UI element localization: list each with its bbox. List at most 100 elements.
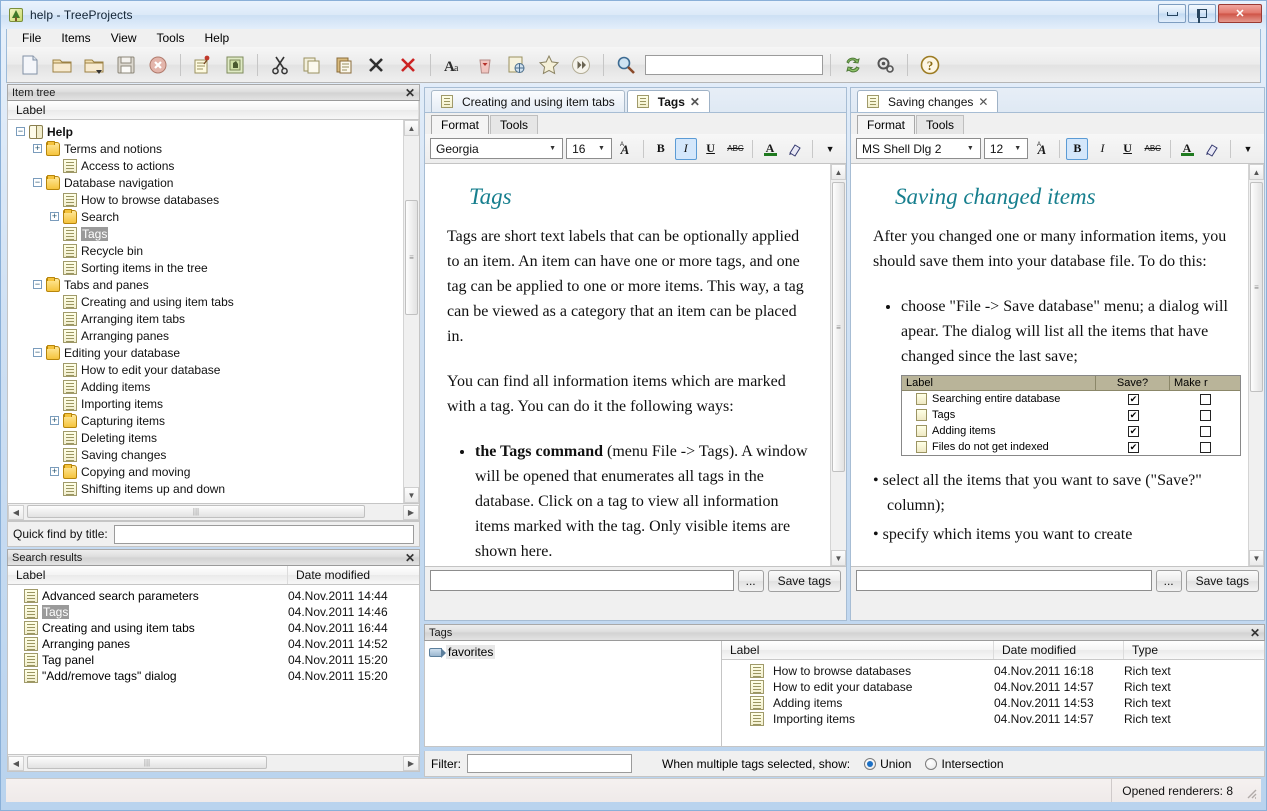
chevron-down-icon[interactable]: ▼	[963, 145, 978, 152]
expand-icon[interactable]: +	[33, 144, 42, 153]
highlight-color-button[interactable]	[1202, 138, 1224, 160]
save-checkbox[interactable]: ✔	[1128, 441, 1139, 453]
font-family-select[interactable]: MS Shell Dlg 2 ▼	[856, 138, 981, 159]
filter-input[interactable]	[467, 754, 632, 773]
save-checkbox[interactable]: ✔	[1128, 425, 1139, 437]
close-icon[interactable]: ✕	[405, 87, 415, 99]
scroll-right-icon[interactable]: ▶	[403, 504, 419, 520]
scroll-thumb[interactable]: ≡	[1250, 182, 1263, 392]
font-color-a-icon[interactable]: AA	[615, 138, 637, 160]
chevron-down-icon[interactable]: ▼	[545, 145, 560, 152]
column-type[interactable]: Type	[1124, 641, 1264, 659]
tree-row[interactable]: Arranging panes	[8, 327, 419, 344]
ribbon-tab-format[interactable]: Format	[431, 115, 490, 134]
capture-icon[interactable]	[220, 50, 250, 80]
quick-find-input[interactable]	[113, 524, 414, 544]
search-input[interactable]	[645, 54, 823, 75]
embedded-items-table[interactable]: Label Save? Make r Searching entire data…	[901, 375, 1241, 456]
ribbon-tab-tools[interactable]: Tools	[916, 115, 965, 134]
open-recent-folder-icon[interactable]	[79, 50, 109, 80]
tree-row[interactable]: How to edit your database	[8, 361, 419, 378]
tree-row[interactable]: Recycle bin	[8, 242, 419, 259]
text-color-button[interactable]: A	[1177, 138, 1199, 160]
radio-icon[interactable]	[864, 757, 877, 770]
column-date-modified[interactable]: Date modified	[288, 566, 419, 584]
menu-file[interactable]: File	[13, 30, 50, 46]
table-row[interactable]: Importing items 04.Nov.2011 14:57 Rich tex…	[722, 711, 1264, 727]
maximize-button[interactable]	[1188, 4, 1216, 23]
expand-icon[interactable]: +	[50, 212, 59, 221]
right-document-vscrollbar[interactable]: ▲ ≡ ▼	[1248, 164, 1264, 566]
copy-icon[interactable]	[297, 50, 327, 80]
paste-icon[interactable]	[329, 50, 359, 80]
table-row[interactable]: Tags ✔	[902, 407, 1240, 423]
open-folder-icon[interactable]	[47, 50, 77, 80]
table-row[interactable]: Adding items 04.Nov.2011 14:53 Rich text	[722, 695, 1264, 711]
scroll-down-icon[interactable]: ▼	[831, 550, 846, 566]
table-row[interactable]: Tags 04.Nov.2011 14:46	[8, 604, 419, 620]
ribbon-tab-format[interactable]: Format	[857, 115, 916, 134]
list-item[interactable]: favorites	[425, 641, 721, 659]
bold-button[interactable]: B	[1066, 137, 1089, 160]
italic-button[interactable]: I	[674, 137, 697, 160]
item-tree-hscrollbar[interactable]: ◀ ||| ▶	[7, 504, 420, 521]
collapse-icon[interactable]: −	[16, 127, 25, 136]
help-icon[interactable]: ?	[915, 50, 945, 80]
scroll-thumb[interactable]: ≡	[405, 200, 418, 315]
tree-row[interactable]: Deleting items	[8, 429, 419, 446]
column-label[interactable]: Label	[8, 101, 419, 119]
underline-button[interactable]: U	[1117, 138, 1139, 160]
tab-tags[interactable]: Tags ✕	[626, 90, 710, 112]
collapse-icon[interactable]: −	[33, 280, 42, 289]
text-color-button[interactable]: A	[759, 138, 781, 160]
search-icon[interactable]	[611, 50, 641, 80]
column-date-modified[interactable]: Date modified	[994, 641, 1124, 659]
table-row[interactable]: Adding items ✔	[902, 423, 1240, 439]
search-results-hscrollbar[interactable]: ◀ ||| ▶	[7, 755, 420, 772]
scroll-up-icon[interactable]: ▲	[404, 120, 419, 136]
table-row[interactable]: Advanced search parameters 04.Nov.2011 14…	[8, 588, 419, 604]
tree-row[interactable]: − Editing your database	[8, 344, 419, 361]
scroll-down-icon[interactable]: ▼	[1249, 550, 1264, 566]
font-size-select[interactable]: 12 ▼	[983, 138, 1029, 159]
delete-icon[interactable]	[361, 50, 391, 80]
close-icon[interactable]: ✕	[690, 95, 700, 109]
tree-row[interactable]: Access to actions	[8, 157, 419, 174]
scroll-thumb[interactable]: |||	[27, 756, 267, 769]
toolbar-overflow-button[interactable]: ▼	[1237, 138, 1259, 160]
save-tags-button[interactable]: Save tags	[1185, 569, 1259, 592]
table-row[interactable]: Arranging panes 04.Nov.2011 14:52	[8, 636, 419, 652]
menu-help[interactable]: Help	[196, 30, 239, 46]
expand-icon[interactable]: +	[50, 416, 59, 425]
expand-icon[interactable]: +	[50, 467, 59, 476]
gear-icon[interactable]	[870, 50, 900, 80]
close-icon[interactable]: ✕	[405, 552, 415, 564]
tree-row[interactable]: + Terms and notions	[8, 140, 419, 157]
tree-row[interactable]: Arranging item tabs	[8, 310, 419, 327]
table-row[interactable]: How to browse databases 04.Nov.2011 16:18…	[722, 663, 1264, 679]
tree-row[interactable]: How to browse databases	[8, 191, 419, 208]
save-icon[interactable]	[111, 50, 141, 80]
resize-grip-icon[interactable]	[1244, 786, 1258, 800]
table-row[interactable]: Files do not get indexed ✔	[902, 439, 1240, 455]
tree-row[interactable]: Shifting items up and down	[8, 480, 419, 497]
middle-document-area[interactable]: Tags Tags are short text labels that can…	[425, 164, 846, 566]
tab-saving-changes[interactable]: Saving changes ✕	[857, 90, 999, 112]
right-document-area[interactable]: Saving changed items After you changed o…	[851, 164, 1264, 566]
close-icon[interactable]: ✕	[978, 95, 988, 109]
tree-row[interactable]: Importing items	[8, 395, 419, 412]
tag-input[interactable]	[856, 570, 1152, 591]
scroll-thumb[interactable]: |||	[27, 505, 365, 518]
table-row[interactable]: Searching entire database ✔	[902, 391, 1240, 407]
scroll-thumb[interactable]: ≡	[832, 182, 845, 472]
scroll-right-icon[interactable]: ▶	[403, 755, 419, 771]
recycle-bin-icon[interactable]	[470, 50, 500, 80]
middle-document-vscrollbar[interactable]: ▲ ≡ ▼	[830, 164, 846, 566]
favorites-star-icon[interactable]	[534, 50, 564, 80]
strikethrough-button[interactable]: ABC	[725, 138, 747, 160]
tree-row[interactable]: + Capturing items	[8, 412, 419, 429]
item-tree-body[interactable]: − Help + Terms and notions Access to actions…	[7, 120, 420, 504]
tree-row[interactable]: Sorting items in the tree	[8, 259, 419, 276]
make-checkbox[interactable]	[1199, 441, 1211, 453]
scroll-up-icon[interactable]: ▲	[1249, 164, 1264, 180]
